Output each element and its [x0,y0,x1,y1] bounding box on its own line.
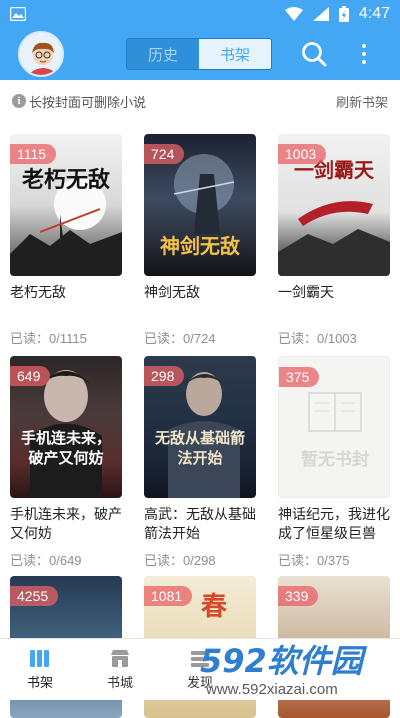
book-item[interactable]: 神剑无敌 724 神剑无敌 已读：0/724 [144,134,256,347]
book-title: 神剑无敌 [144,285,200,301]
book-title: 高武：无敌从基础箭法开始 [144,507,256,542]
avatar[interactable] [18,31,64,77]
book-item[interactable]: 一剑霸天 1003 一剑霸天 已读：0/1003 [278,134,390,347]
chapter-count-badge: 1115 [10,144,57,164]
cover-title: 老朽无敌 [21,167,110,193]
store-icon [111,650,129,667]
read-progress: 已读：0/1003 [278,331,357,346]
hint-text: 长按封面可删除小说 [29,95,147,111]
book-item[interactable]: 暂无书封 375 神话纪元，我进化成了恒星级巨兽 已读：0/375 [278,356,390,569]
nav-label: 书架 [26,676,53,691]
history-bookshelf-switch: 历史 书架 [126,38,272,70]
battery-icon [338,6,349,22]
avatar-cartoon-icon [20,33,62,75]
book-title: 手机连未来，破产又何妨 [10,507,122,542]
signal-icon [312,7,329,21]
book-title: 一剑霸天 [278,285,334,301]
book-cover[interactable]: 神剑无敌 724 [144,134,256,276]
search-icon [302,42,327,67]
bottom-nav: 书架 书城 发现 [0,638,400,700]
book-item[interactable]: 无敌从基础箭法开始 298 高武：无敌从基础箭法开始 已读：0/298 [144,356,256,569]
chapter-count-badge: 724 [144,144,185,164]
nav-bookshelf[interactable]: 书架 [0,639,80,700]
book-cover[interactable]: 老朽无敌 1115 [10,134,122,276]
wifi-icon [284,7,303,21]
chapter-count-badge: 4255 [10,586,59,606]
book-title: 神话纪元，我进化成了恒星级巨兽 [278,507,390,542]
read-progress: 已读：0/649 [10,553,82,568]
bookshelf-icon [30,650,49,667]
image-notification-icon [10,7,26,21]
cover-title: 手机连未来，破产又何妨 [20,429,111,467]
book-cover[interactable]: 暂无书封 375 [278,356,390,498]
read-progress: 已读：0/1115 [10,331,87,346]
chapter-count-badge: 375 [279,367,320,387]
read-progress: 已读：0/375 [278,553,350,568]
tab-history[interactable]: 历史 [127,39,199,69]
nav-label: 发现 [186,676,213,691]
more-menu-button[interactable] [352,40,376,68]
read-progress: 已读：0/298 [144,553,216,568]
app-bar: 历史 书架 [0,28,400,80]
discover-icon [191,651,209,667]
book-item[interactable]: 手机连未来，破产又何妨 649 手机连未来，破产又何妨 已读：0/649 [10,356,122,569]
nav-store[interactable]: 书城 [80,639,160,700]
book-item[interactable]: 老朽无敌 1115 老朽无敌 已读：0/1115 [10,134,122,347]
refresh-bookshelf-button[interactable]: 刷新书架 [336,92,388,111]
status-bar: 4:47 [0,0,400,28]
book-title: 老朽无敌 [10,285,66,301]
status-time: 4:47 [358,5,390,22]
nav-label: 书城 [106,676,133,691]
book-cover[interactable]: 手机连未来，破产又何妨 649 [10,356,122,498]
cover-title: 无敌从基础箭法开始 [154,429,245,467]
chapter-count-badge: 1003 [278,144,327,164]
hint-row: i 长按封面可删除小说 刷新书架 [0,86,400,116]
nav-discover[interactable]: 发现 [160,639,240,700]
more-dot-icon [362,60,366,64]
cover-title: 暂无书封 [301,450,369,470]
more-dot-icon [362,52,366,56]
cover-title: 神剑无敌 [160,234,240,258]
book-cover[interactable]: 一剑霸天 1003 [278,134,390,276]
more-dot-icon [362,44,366,48]
search-button[interactable] [300,40,328,68]
info-icon: i [12,94,26,108]
chapter-count-badge: 339 [278,586,319,606]
chapter-count-badge: 298 [144,366,185,386]
book-cover[interactable]: 无敌从基础箭法开始 298 [144,356,256,498]
chapter-count-badge: 1081 [144,586,193,606]
read-progress: 已读：0/724 [144,331,216,346]
tab-bookshelf[interactable]: 书架 [199,39,271,69]
chapter-count-badge: 649 [10,366,51,386]
